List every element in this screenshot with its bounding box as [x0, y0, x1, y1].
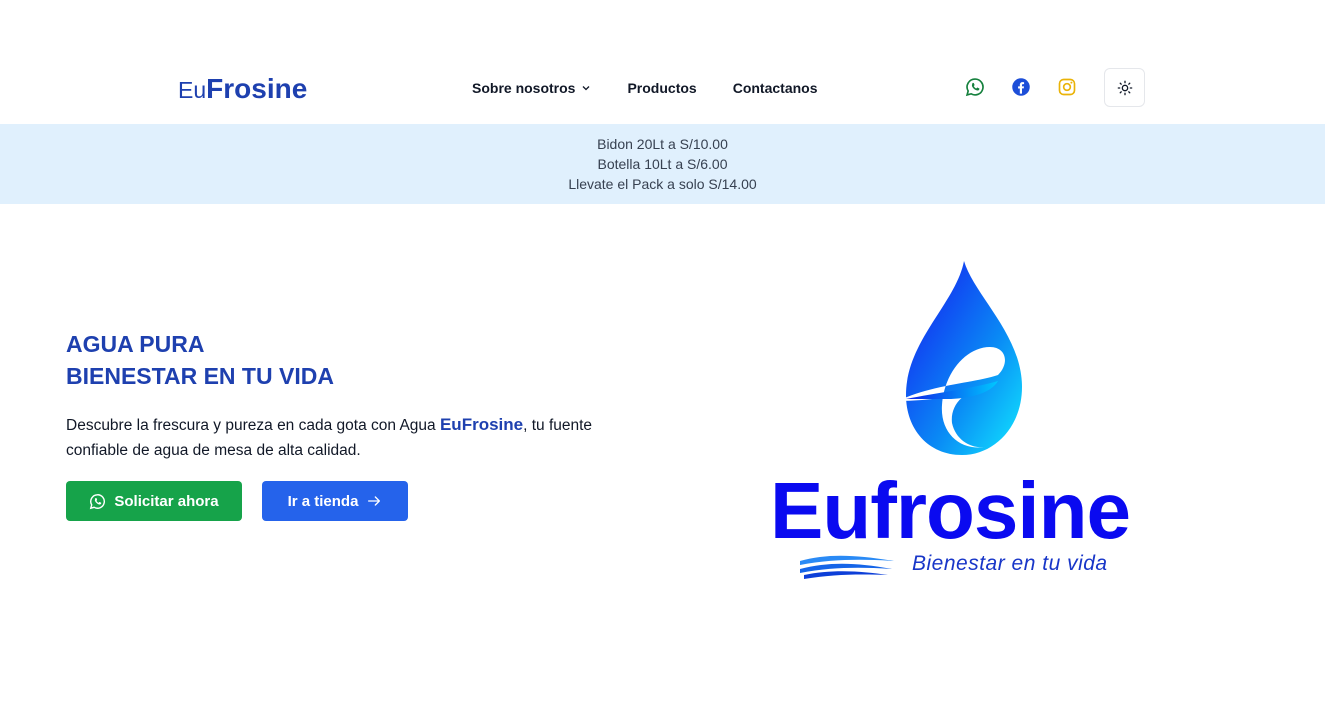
whatsapp-icon [965, 78, 984, 97]
eufrosine-logo: Eufrosine Bienestar en tu vida [760, 255, 1160, 585]
hero-description: Descubre la frescura y pureza en cada go… [66, 412, 636, 463]
logo-wordmark: Eufrosine [770, 466, 1131, 555]
ir-a-tienda-button[interactable]: Ir a tienda [262, 481, 408, 521]
wave-icon [800, 555, 894, 579]
social-links [964, 76, 1078, 98]
nav-item-about[interactable]: Sobre nosotros [472, 80, 591, 96]
brand-name: Frosine [206, 73, 308, 104]
chevron-down-icon [583, 86, 590, 91]
brand-prefix: Eu [178, 77, 207, 103]
facebook-icon [1012, 78, 1030, 96]
instagram-icon [1058, 78, 1076, 96]
promo-banner: Bidon 20Lt a S/10.00 Botella 10Lt a S/6.… [0, 124, 1325, 204]
promo-line-1: Bidon 20Lt a S/10.00 [597, 136, 728, 152]
main-nav: Sobre nosotros Productos Contactanos [472, 80, 818, 96]
nav-item-contact-label: Contactanos [732, 80, 818, 96]
whatsapp-link[interactable] [964, 76, 986, 98]
water-drop-icon [898, 261, 1022, 455]
nav-item-contact[interactable]: Contactanos [733, 80, 818, 96]
sun-icon [1117, 80, 1132, 95]
arrow-right-icon [366, 493, 382, 509]
hero-inline-brand: EuFrosine [440, 415, 523, 434]
brand-logo[interactable]: EuFrosine [178, 73, 307, 105]
facebook-link[interactable] [1010, 76, 1032, 98]
hero-title: AGUA PURA BIENESTAR EN TU VIDA [66, 328, 334, 392]
hero-title-line-2: BIENESTAR EN TU VIDA [66, 363, 334, 389]
instagram-link[interactable] [1056, 76, 1078, 98]
hero-inline-brand-prefix: Eu [439, 415, 462, 434]
theme-toggle-button[interactable] [1104, 68, 1145, 107]
site-header: EuFrosine Sobre nosotros Productos Conta… [0, 0, 1325, 124]
promo-line-3: Llevate el Pack a solo S/14.00 [568, 176, 757, 192]
nav-item-about-label: Sobre nosotros [472, 80, 576, 96]
nav-item-products[interactable]: Productos [627, 80, 696, 96]
logo-tagline: Bienestar en tu vida [912, 552, 1108, 575]
solicitar-ahora-label: Solicitar ahora [114, 492, 219, 510]
solicitar-ahora-button[interactable]: Solicitar ahora [66, 481, 242, 521]
whatsapp-icon [89, 493, 106, 510]
nav-item-products-label: Productos [627, 80, 697, 96]
ir-a-tienda-label: Ir a tienda [287, 492, 359, 510]
hero-description-text: Descubre la frescura y pureza en cada go… [66, 417, 440, 434]
promo-line-2: Botella 10Lt a S/6.00 [597, 156, 728, 172]
hero-title-line-1: AGUA PURA [66, 331, 205, 357]
hero-inline-brand-name: Frosine [461, 415, 524, 434]
